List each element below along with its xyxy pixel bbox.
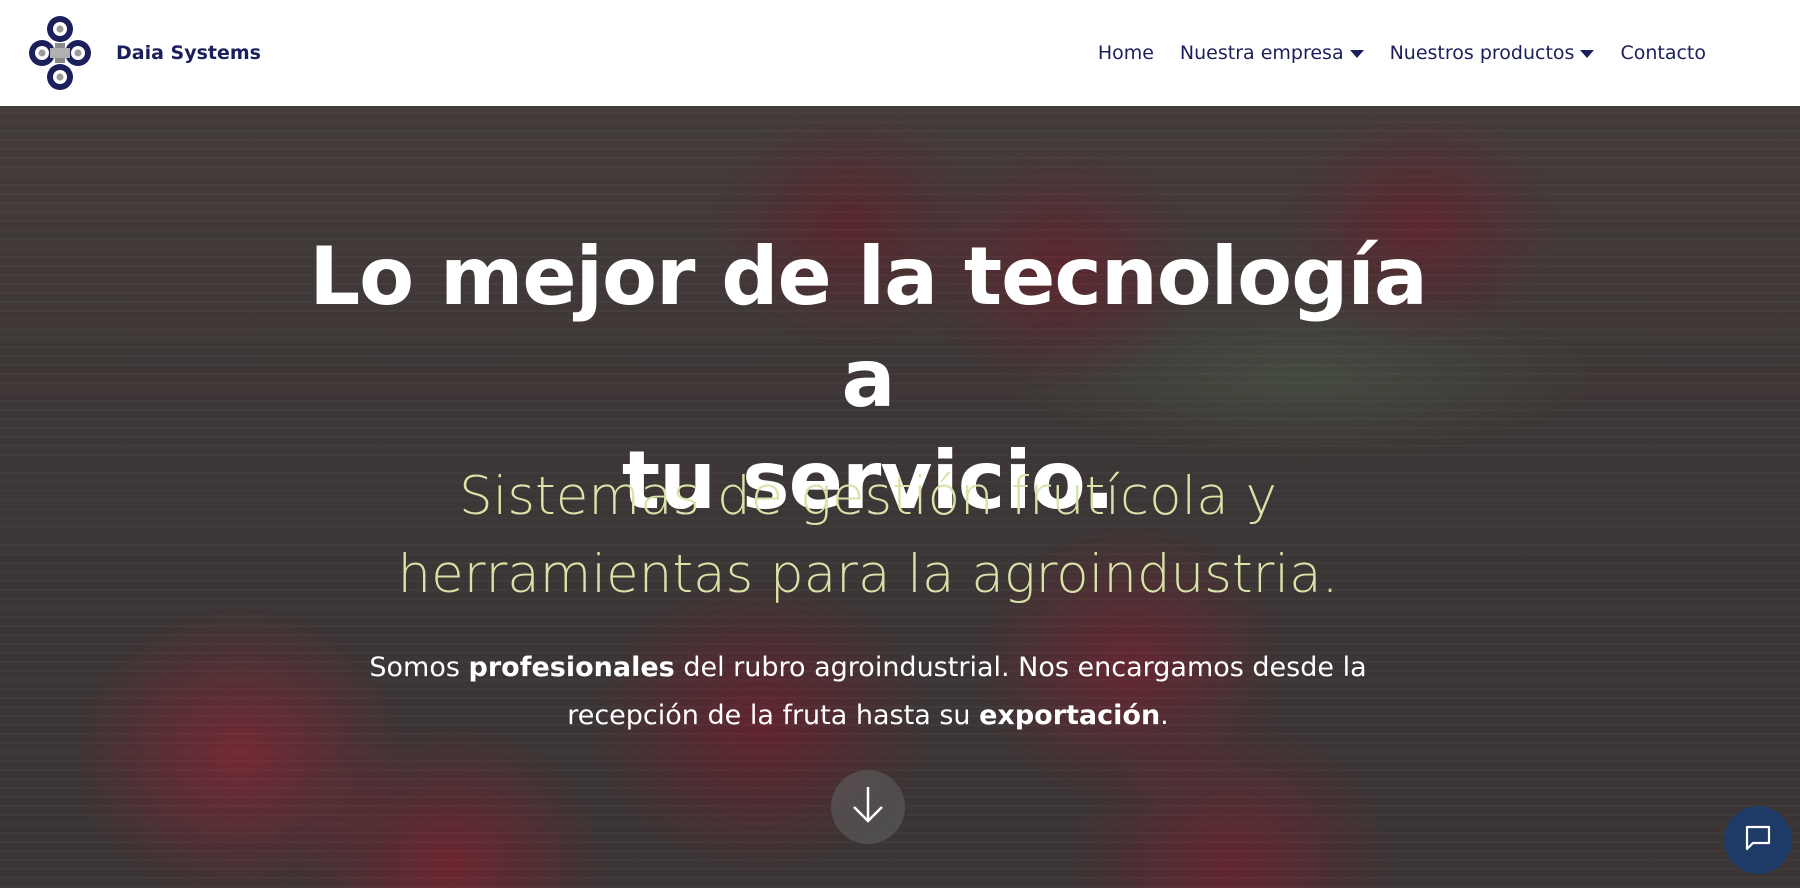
caret-down-icon [1580,50,1595,58]
caret-down-icon [1349,50,1364,58]
nav-contact[interactable]: Contacto [1620,42,1706,64]
nav-company-label: Nuestra empresa [1179,42,1344,64]
hero-subtitle-line2: herramientas para la agroindustria. [397,544,1339,605]
hero-description: Somos profesionales del rubro agroindust… [340,644,1396,740]
brand-name: Daia Systems [116,42,261,64]
brand[interactable]: Daia Systems [28,13,261,93]
nav-products-label: Nuestros productos [1389,42,1575,64]
hero-desc-bold-1: profesionales [468,652,675,683]
navbar: Daia Systems Home Nuestra empresa Nuestr… [0,0,1800,106]
hero-content: Lo mejor de la tecnología a tu servicio.… [0,106,1736,888]
hero-desc-text-1: Somos [369,652,469,683]
nav-home-label: Home [1097,42,1154,64]
chat-bubble-icon [1743,823,1773,857]
nav-products-dropdown[interactable]: Nuestros productos [1390,42,1595,64]
flower-logo-icon [28,13,92,93]
hero-desc-text-2: del rubro agroindustrial. Nos encargamos… [567,652,1367,731]
scroll-down-button[interactable] [831,770,905,844]
chat-button[interactable] [1724,806,1792,874]
nav-company-dropdown[interactable]: Nuestra empresa [1180,42,1364,64]
arrow-down-icon [846,783,890,831]
hero-subtitle: Sistemas de gestión frutícola y herramie… [330,458,1406,614]
hero-subtitle-line1: Sistemas de gestión frutícola y [459,466,1277,527]
nav-home[interactable]: Home [1098,42,1154,64]
main-nav: Home Nuestra empresa Nuestros productos … [1098,0,1706,106]
nav-contact-label: Contacto [1620,42,1706,64]
hero-desc-bold-2: exportación [979,700,1161,731]
hero-title-line1: Lo mejor de la tecnología a [309,230,1428,425]
hero-section: Lo mejor de la tecnología a tu servicio.… [0,106,1800,888]
hero-desc-text-3: . [1160,700,1169,731]
